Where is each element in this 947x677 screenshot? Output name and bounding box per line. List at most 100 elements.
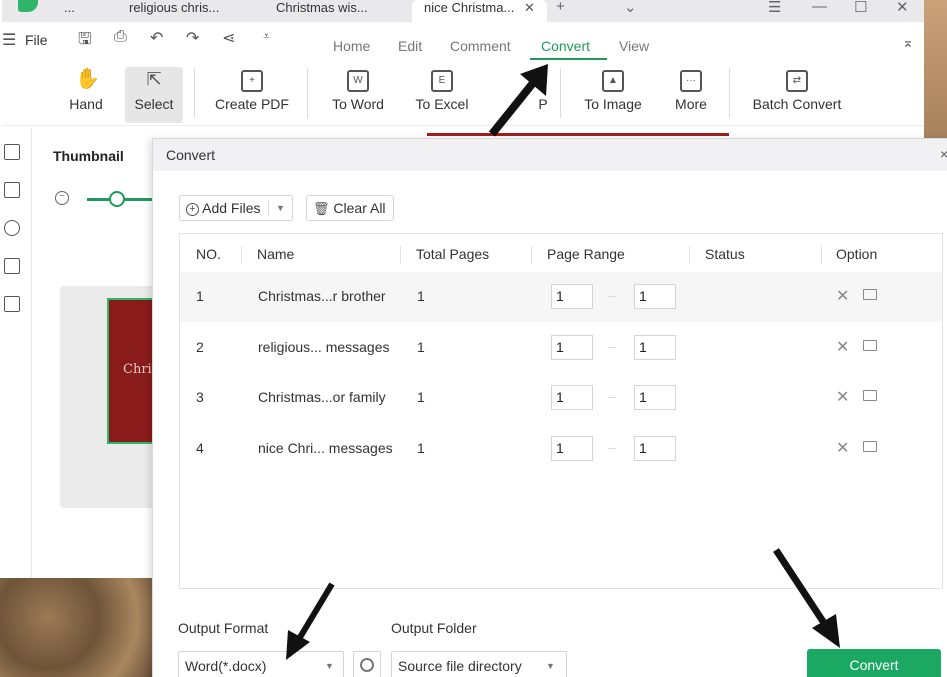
app-menu-icon[interactable]: ☰	[768, 0, 781, 16]
button-split-divider	[268, 200, 269, 216]
add-files-button[interactable]: + Add Files ▼	[179, 195, 293, 221]
convert-button[interactable]: Convert	[807, 649, 941, 677]
page-range-to-input[interactable]: 1	[634, 385, 676, 410]
page-range-from-input[interactable]: 1	[551, 284, 593, 309]
open-folder-icon[interactable]	[863, 441, 877, 452]
left-sidebar	[2, 128, 32, 578]
row-total-pages: 1	[417, 389, 425, 405]
word-icon: W	[347, 70, 369, 92]
more-button[interactable]: ··· More	[670, 62, 712, 122]
bookmark-icon[interactable]	[4, 182, 20, 198]
table-row[interactable]: 1 Christmas...r brother 1 1 1 ✕	[180, 272, 942, 322]
annotation-arrow-down-right	[773, 548, 840, 648]
batch-convert-button[interactable]: ⇄ Batch Convert	[748, 62, 846, 122]
customize-quick-access-icon[interactable]: ⩡	[263, 29, 270, 44]
col-status: Status	[705, 246, 745, 262]
column-divider	[531, 246, 532, 264]
to-word-button[interactable]: W To Word	[326, 62, 390, 122]
add-files-dropdown-icon[interactable]: ▼	[276, 196, 285, 220]
create-pdf-label: Create PDF	[215, 96, 289, 112]
format-settings-button[interactable]	[353, 651, 381, 677]
attachment-icon[interactable]	[4, 220, 20, 236]
col-total-pages: Total Pages	[416, 246, 490, 262]
close-window-icon[interactable]: ✕	[896, 0, 909, 16]
open-folder-icon[interactable]	[863, 340, 877, 351]
nav-comment[interactable]: Comment	[450, 38, 511, 54]
maximize-icon[interactable]: ☐	[854, 0, 867, 16]
remove-file-icon[interactable]: ✕	[836, 286, 849, 306]
tab-2[interactable]: religious chris...	[129, 0, 219, 22]
tab-3[interactable]: Christmas wis...	[276, 0, 368, 22]
comment-list-icon[interactable]	[4, 258, 20, 274]
col-page-range: Page Range	[547, 246, 625, 262]
select-tool-button[interactable]: ⇱ Select	[125, 67, 183, 123]
to-image-button[interactable]: ▲ To Image	[580, 62, 646, 122]
batch-convert-icon: ⇄	[786, 70, 808, 92]
tab-list-dropdown-icon[interactable]: ⌄	[624, 0, 637, 16]
to-excel-button[interactable]: E To Excel	[412, 62, 472, 122]
excel-icon: E	[431, 70, 453, 92]
table-row[interactable]: 4 nice Chri... messages 1 1 1 ✕	[180, 424, 942, 474]
nav-view[interactable]: View	[619, 38, 649, 54]
print-icon[interactable]: ⎙	[114, 28, 127, 46]
add-circle-icon: +	[186, 202, 199, 216]
thumbnail-page-text: Chri	[123, 362, 152, 377]
desktop-background-bottom	[0, 578, 160, 677]
open-folder-icon[interactable]	[863, 390, 877, 401]
remove-file-icon[interactable]: ✕	[836, 337, 849, 357]
clear-all-button[interactable]: 🗑 Clear All	[306, 195, 394, 221]
trash-icon: 🗑	[313, 201, 330, 216]
tab-1[interactable]: ...	[64, 0, 75, 22]
range-dash	[608, 296, 616, 297]
page-range-from-input[interactable]: 1	[551, 436, 593, 461]
save-icon[interactable]: 🖫	[78, 28, 92, 55]
page-range-from-input[interactable]: 1	[551, 385, 593, 410]
collapse-ribbon-icon[interactable]: ⌅	[902, 34, 914, 51]
new-tab-icon[interactable]: +	[556, 0, 565, 15]
column-divider	[689, 246, 690, 264]
row-total-pages: 1	[417, 440, 425, 456]
zoom-out-icon[interactable]: −	[55, 191, 69, 205]
page-range-to-input[interactable]: 1	[634, 436, 676, 461]
page-thumbnail[interactable]: Chri	[107, 298, 155, 444]
nav-convert[interactable]: Convert	[541, 38, 590, 54]
remove-file-icon[interactable]: ✕	[836, 387, 849, 407]
share-icon[interactable]: ⋖	[222, 28, 235, 48]
thumbnail-panel-icon[interactable]	[4, 144, 20, 160]
page-range-to-input[interactable]: 1	[634, 335, 676, 360]
open-folder-icon[interactable]	[863, 289, 877, 300]
layers-icon[interactable]	[4, 296, 20, 312]
more-icon: ···	[680, 70, 702, 92]
nav-edit[interactable]: Edit	[398, 38, 422, 54]
table-row[interactable]: 3 Christmas...or family 1 1 1 ✕	[180, 373, 942, 423]
table-row[interactable]: 2 religious... messages 1 1 1 ✕	[180, 323, 942, 373]
redo-icon[interactable]: ↷	[186, 28, 199, 48]
page-range-to-input[interactable]: 1	[634, 284, 676, 309]
output-folder-value: Source file directory	[398, 658, 522, 674]
file-menu[interactable]: File	[25, 32, 48, 48]
row-number: 4	[196, 440, 204, 456]
create-pdf-button[interactable]: + Create PDF	[212, 62, 292, 122]
minimize-icon[interactable]: —	[812, 0, 827, 15]
page-range-from-input[interactable]: 1	[551, 335, 593, 360]
hamburger-icon[interactable]: ☰	[2, 30, 16, 50]
nav-home[interactable]: Home	[333, 38, 370, 54]
slider-handle[interactable]	[109, 191, 125, 207]
dialog-close-icon[interactable]: ×	[940, 146, 947, 162]
row-file-name: Christmas...or family	[258, 389, 386, 405]
remove-file-icon[interactable]: ✕	[836, 438, 849, 458]
output-folder-select[interactable]: Source file directory ▼	[391, 651, 567, 677]
document-page-edge	[427, 133, 729, 136]
tab-close-icon[interactable]: ✕	[524, 0, 535, 16]
hand-tool-button[interactable]: ✋ Hand	[60, 62, 112, 122]
annotation-arrow-up	[488, 64, 548, 137]
app-logo-icon	[18, 0, 38, 12]
undo-icon[interactable]: ↶	[150, 28, 163, 48]
add-files-label: Add Files	[202, 200, 261, 216]
clear-all-label: Clear All	[333, 200, 386, 216]
column-divider	[821, 246, 822, 264]
col-option: Option	[836, 246, 878, 262]
to-word-label: To Word	[332, 96, 384, 112]
convert-toolbar: ✋ Hand ⇱ Select + Create PDF W To Word E…	[2, 62, 924, 126]
tab-bar: ... religious chris... Christmas wis... …	[2, 0, 924, 22]
